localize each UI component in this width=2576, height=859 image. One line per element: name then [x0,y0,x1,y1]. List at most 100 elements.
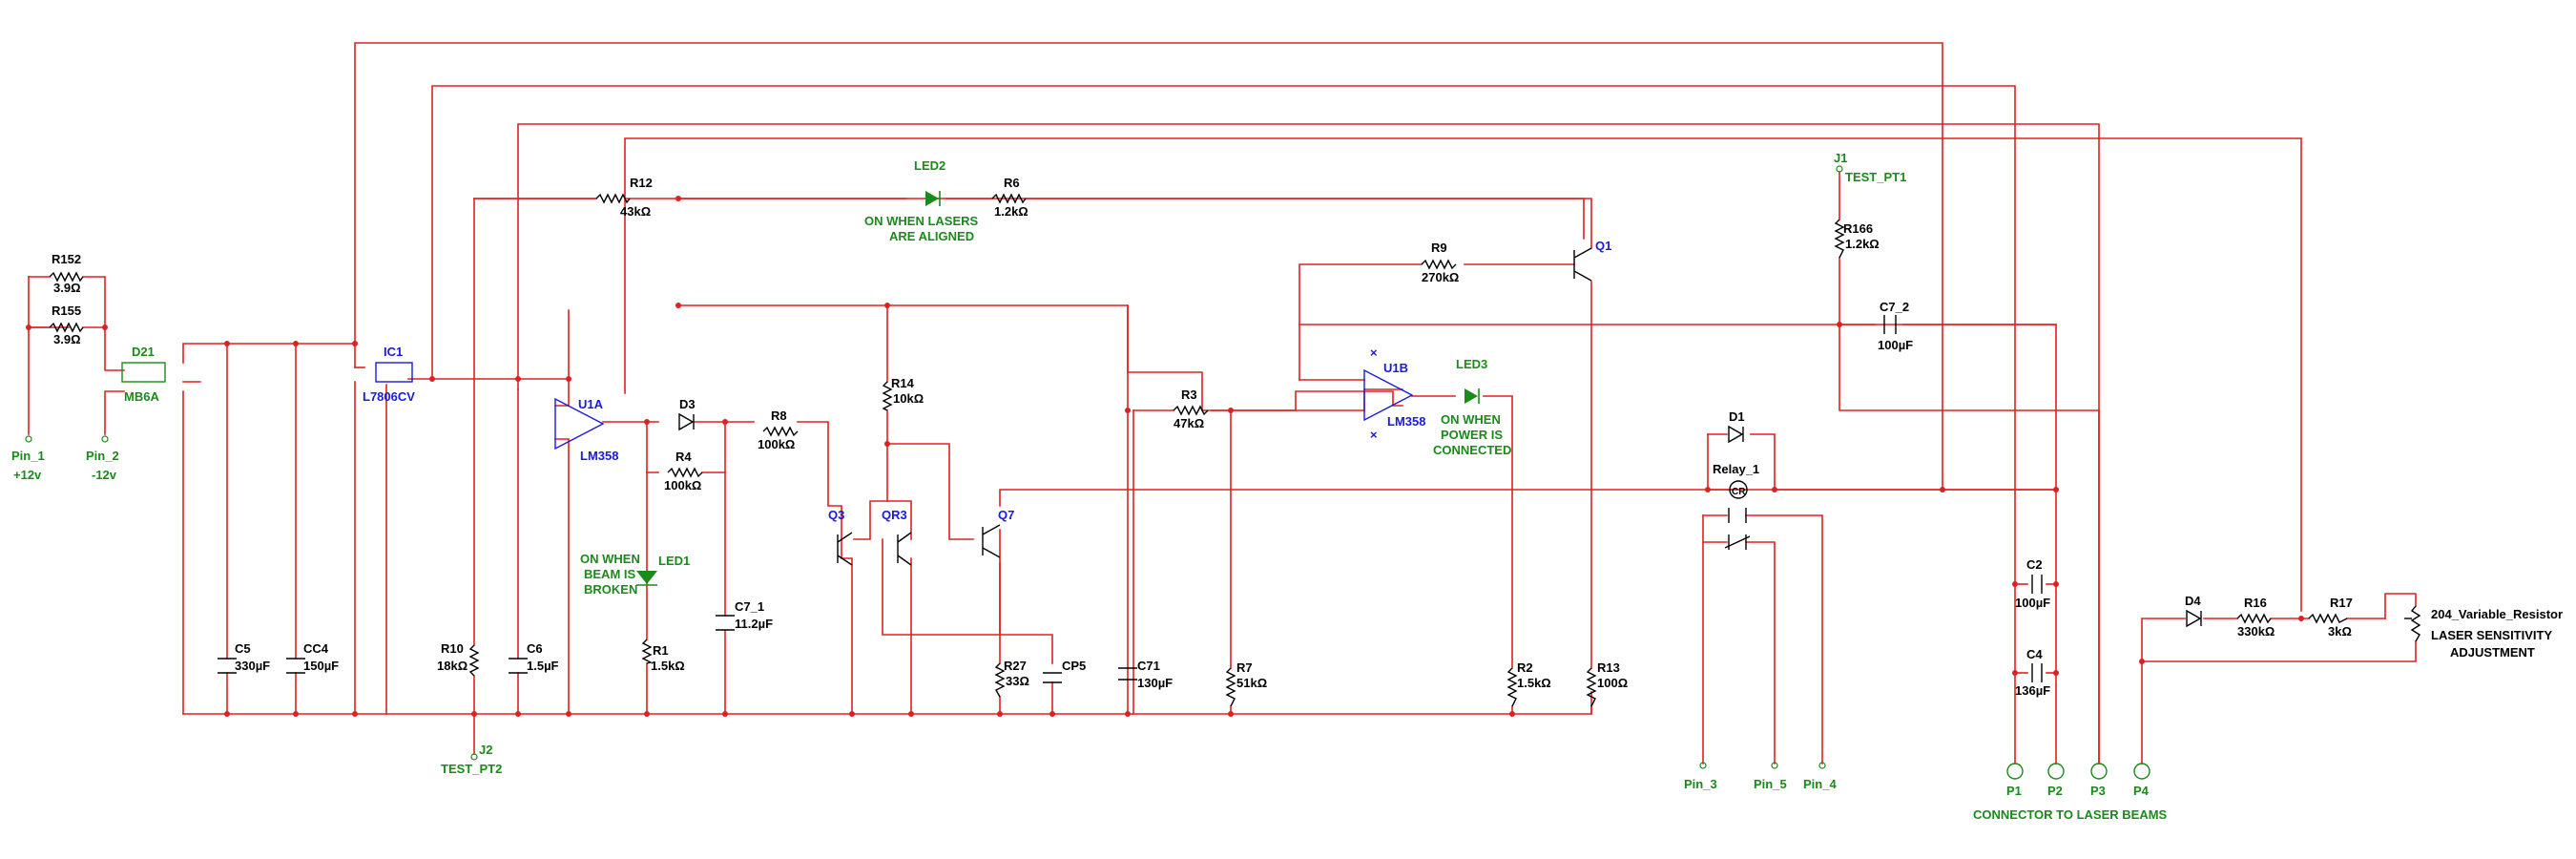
resistor-r17[interactable]: R17 3kΩ [2308,596,2353,639]
port-j2[interactable]: J2 TEST_PT2 [441,743,502,776]
svg-text:CC4: CC4 [303,641,329,656]
opamp-u1b[interactable]: U1B LM358 × × [1363,346,1425,442]
resistor-r2[interactable]: R2 1.5kΩ [1506,660,1551,707]
svg-text:R7: R7 [1236,660,1253,675]
svg-text:ON WHEN: ON WHEN [580,552,640,566]
svg-text:J2: J2 [479,743,492,757]
svg-text:R3: R3 [1181,388,1197,402]
led-led2[interactable]: LED2 ON WHEN LASERS ARE ALIGNED [864,158,979,243]
svg-text:CONNECTED: CONNECTED [1433,443,1511,457]
led-led1[interactable]: LED1 ON WHEN BEAM IS BROKEN [580,552,690,597]
svg-text:150µF: 150µF [303,659,339,673]
svg-text:3kΩ: 3kΩ [2328,624,2352,639]
port-pin-5[interactable]: Pin_5 [1754,762,1787,791]
resistor-r166[interactable]: R166 1.2kΩ [1834,219,1880,259]
opamp-u1a[interactable]: U1A LM358 [554,397,618,463]
port-pin-4[interactable]: Pin_4 [1803,762,1837,791]
resistor-r1[interactable]: R1 1.5kΩ [641,639,685,673]
port-j1[interactable]: J1 TEST_PT1 [1834,151,1906,184]
resistor-r152[interactable]: R152 3.9Ω [49,252,84,295]
diode-d3[interactable]: D3 [678,397,696,431]
svg-text:R9: R9 [1431,241,1447,255]
port-pin-3[interactable]: Pin_3 [1684,762,1717,791]
port-p1[interactable]: P1 [2006,763,2024,798]
svg-text:R1: R1 [653,643,669,658]
svg-text:Pin_3: Pin_3 [1684,777,1717,791]
svg-text:BROKEN: BROKEN [584,582,637,597]
capacitor-c7-2[interactable]: C7_2 100µF [1878,300,1913,352]
svg-text:R10: R10 [441,641,464,656]
svg-text:R16: R16 [2244,596,2267,610]
svg-text:51kΩ: 51kΩ [1236,676,1267,690]
transistor-q1[interactable]: Q1 [1573,239,1611,282]
svg-text:R152: R152 [52,252,81,266]
capacitor-cc4[interactable]: CC4 150µF [286,641,339,674]
svg-text:LED2: LED2 [914,158,945,173]
transistor-q7[interactable]: Q7 [982,508,1014,558]
svg-text:R166: R166 [1843,221,1873,236]
svg-text:130µF: 130µF [1137,676,1173,690]
svg-text:U1A: U1A [578,397,604,411]
resistor-r27[interactable]: R27 33Ω [994,659,1029,698]
capacitor-c6[interactable]: C6 1.5µF [509,641,559,674]
resistor-r10[interactable]: R10 18kΩ [437,641,480,677]
bridge-d21[interactable]: D21 MB6A [121,345,166,404]
resistor-r155[interactable]: R155 3.9Ω [49,304,84,346]
capacitor-c7-1[interactable]: C7_1 11.2µF [716,599,773,631]
port-p2[interactable]: P2 [2047,763,2065,798]
resistor-r8[interactable]: R8 100kΩ [758,409,799,451]
svg-text:3.9Ω: 3.9Ω [53,281,81,295]
svg-text:R155: R155 [52,304,81,318]
resistor-r7[interactable]: R7 51kΩ [1225,660,1267,707]
svg-text:18kΩ: 18kΩ [437,659,467,673]
svg-text:R17: R17 [2330,596,2353,610]
junctions [26,196,2304,717]
regulator-ic1[interactable]: IC1 L7806CV [363,345,415,404]
svg-text:100µF: 100µF [2015,596,2050,610]
svg-text:1.2kΩ: 1.2kΩ [1845,237,1880,251]
svg-text:100kΩ: 100kΩ [664,478,701,492]
svg-text:D3: D3 [679,397,696,411]
port-pin-2[interactable]: Pin_2 -12v [86,435,119,482]
port-p3[interactable]: P3 [2090,763,2108,798]
svg-text:43kΩ: 43kΩ [620,204,651,219]
svg-text:ON WHEN LASERS: ON WHEN LASERS [864,214,979,228]
diode-d1[interactable]: D1 [1728,409,1745,444]
svg-text:ON WHEN: ON WHEN [1441,412,1501,427]
variable-resistor[interactable]: 204_Variable_Resistor LASER SENSITIVITY … [2404,605,2563,660]
svg-text:POWER IS: POWER IS [1441,428,1503,442]
transistor-q3[interactable]: Q3 [828,508,853,566]
svg-text:ARE ALIGNED: ARE ALIGNED [889,229,974,243]
svg-text:P3: P3 [2090,784,2106,798]
svg-text:J1: J1 [1834,151,1847,165]
svg-text:33Ω: 33Ω [1006,674,1029,688]
svg-text:C71: C71 [1137,659,1160,673]
resistor-r13[interactable]: R13 100Ω [1586,660,1628,707]
svg-text:C2: C2 [2026,557,2043,572]
resistor-r16[interactable]: R16 330kΩ [2236,596,2275,639]
svg-text:Pin_5: Pin_5 [1754,777,1787,791]
resistor-r6[interactable]: R6 1.2kΩ [991,176,1028,219]
svg-text:QR3: QR3 [882,508,907,522]
svg-text:R27: R27 [1004,659,1027,673]
svg-text:100kΩ: 100kΩ [758,437,795,451]
capacitor-c71[interactable]: C71 130µF [1118,659,1173,690]
svg-text:R14: R14 [891,376,915,390]
capacitor-c5[interactable]: C5 330µF [218,641,270,674]
svg-text:D4: D4 [2185,594,2201,608]
transistor-qr3[interactable]: QR3 [882,508,912,566]
svg-text:3.9Ω: 3.9Ω [53,332,81,346]
svg-text:LM358: LM358 [1387,414,1425,429]
svg-text:LED3: LED3 [1456,357,1487,371]
led-led3[interactable]: LED3 ON WHEN POWER IS CONNECTED [1433,357,1511,457]
svg-text:R8: R8 [771,409,787,423]
capacitor-cp5[interactable]: CP5 [1043,659,1086,683]
port-p4[interactable]: P4 [2133,763,2150,798]
diode-d4[interactable]: D4 [2185,594,2202,628]
resistor-r9[interactable]: R9 270kΩ [1421,241,1459,284]
svg-text:×: × [1370,346,1378,360]
resistor-r4[interactable]: R4 100kΩ [664,450,703,492]
port-pin-1[interactable]: Pin_1 +12v [11,435,45,482]
relay-1[interactable]: CR Relay_1 [1713,462,1759,550]
resistor-r14[interactable]: R14 10kΩ [882,376,924,411]
